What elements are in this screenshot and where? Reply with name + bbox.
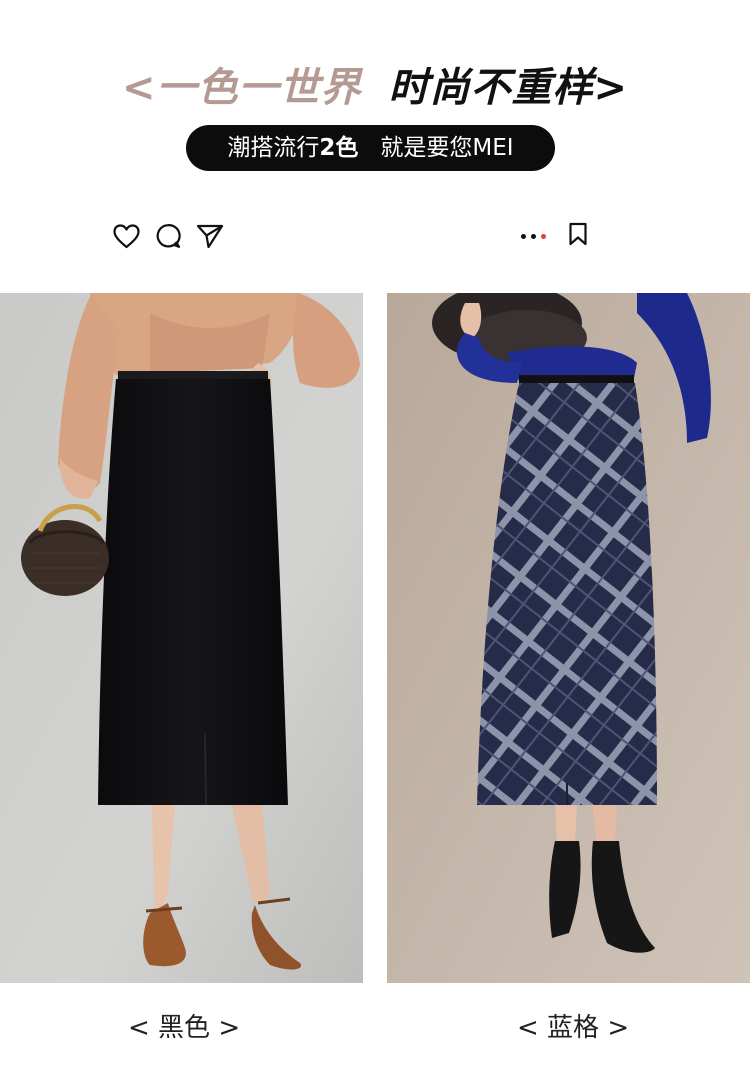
caption-black: < 黑色 >	[128, 1013, 241, 1043]
more-dots-icon[interactable]	[521, 233, 546, 239]
product-photo-plaid[interactable]	[387, 293, 750, 983]
subtitle-pill: 潮搭流行2色 就是要您MEI	[186, 125, 555, 171]
heart-icon[interactable]	[112, 222, 140, 250]
headline-left: <一色一世界	[121, 65, 362, 111]
subtitle-part1: 潮搭流行	[227, 135, 320, 161]
share-icon[interactable]	[196, 222, 224, 250]
headline: <一色一世界 时尚不重样>	[0, 58, 750, 122]
subtitle-bold: 2色	[319, 135, 359, 161]
bookmark-icon[interactable]	[568, 222, 588, 250]
headline-right: 时尚不重样>	[388, 65, 629, 111]
subtitle-part2: 就是要您MEI	[380, 135, 514, 161]
social-actions	[112, 220, 224, 252]
product-photo-black[interactable]	[0, 293, 363, 983]
comment-icon[interactable]	[154, 222, 182, 250]
post-actions	[521, 220, 588, 252]
caption-plaid: < 蓝格 >	[517, 1013, 630, 1043]
